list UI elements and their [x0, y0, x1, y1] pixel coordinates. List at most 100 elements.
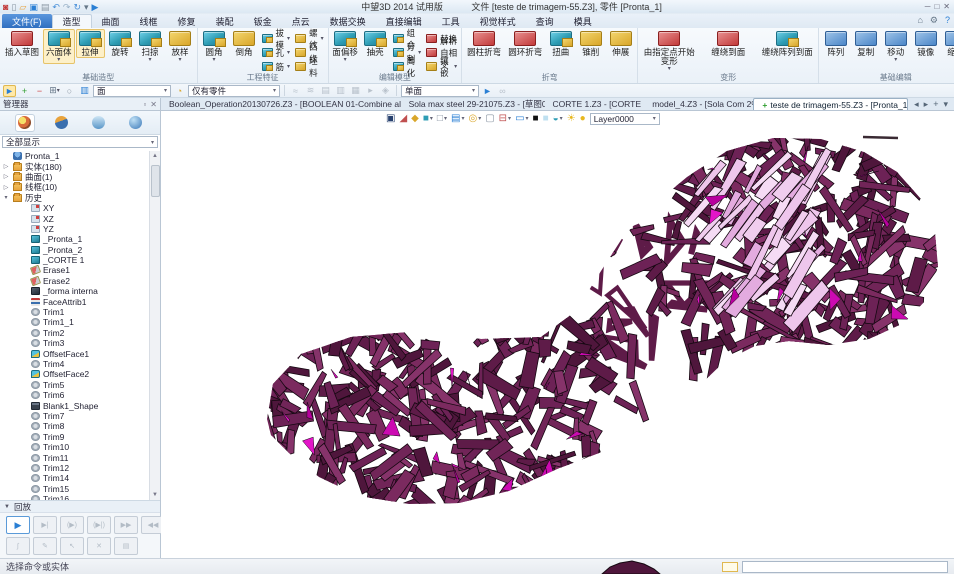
- scroll-up-icon[interactable]: ▲: [152, 151, 158, 161]
- material-icon[interactable]: ◆: [411, 113, 419, 125]
- swatch-black-icon[interactable]: ■: [533, 113, 539, 125]
- tree-item[interactable]: Trim14: [2, 473, 160, 483]
- remove-icon[interactable]: −: [33, 85, 46, 97]
- ribbon-button-shell[interactable]: 抽壳: [361, 29, 390, 58]
- add-box-icon[interactable]: ⊞▾: [48, 85, 61, 97]
- tree-item[interactable]: Trim15: [2, 484, 160, 494]
- close-icon[interactable]: ✕: [150, 100, 157, 109]
- ribbon-button-revolve[interactable]: 旋转: [106, 29, 135, 58]
- status-input[interactable]: [742, 561, 948, 573]
- ribbon-button-box[interactable]: 六面体▾: [43, 29, 75, 64]
- tree-item[interactable]: Trim11: [2, 452, 160, 462]
- tree-item[interactable]: Erase2: [2, 276, 160, 286]
- tree-item[interactable]: _forma interna: [2, 286, 160, 296]
- ribbon-button-stock[interactable]: 坯料: [293, 60, 326, 73]
- polygon-icon[interactable]: ○: [63, 85, 76, 97]
- ribbon-button-simplify[interactable]: 简化: [391, 60, 424, 73]
- ribbon-button-copy[interactable]: 复制: [851, 29, 880, 58]
- ribbon-button-sweep[interactable]: 扫掠▾: [136, 29, 165, 64]
- tree-item[interactable]: Erase1: [2, 265, 160, 275]
- tree-item[interactable]: OffsetFace1: [2, 348, 160, 358]
- settings-icon[interactable]: ⚙: [930, 15, 938, 26]
- bulb-icon[interactable]: ☀: [567, 113, 576, 125]
- play-to-button[interactable]: (▶): [60, 516, 84, 534]
- tree-item[interactable]: XY: [2, 203, 160, 213]
- tree-filter-dropdown[interactable]: 全部显示 ▾: [2, 136, 158, 148]
- ribbon-button-loft[interactable]: 放样▾: [166, 29, 195, 64]
- minimize-icon[interactable]: ─: [925, 2, 931, 12]
- tree-item[interactable]: ▾历史: [2, 193, 160, 203]
- add-icon[interactable]: +: [18, 85, 31, 97]
- ribbon-button-extrude[interactable]: 拉伸: [76, 29, 105, 58]
- menu-tab-data-exchange[interactable]: 数据交换: [320, 14, 376, 28]
- save-icon[interactable]: ▣: [29, 2, 38, 12]
- tree-item[interactable]: Trim10: [2, 442, 160, 452]
- play-button[interactable]: ▶: [6, 516, 30, 534]
- scrollbar-thumb[interactable]: [151, 165, 160, 197]
- ribbon-button-wrap-array-to-face[interactable]: 缠绕阵列到面: [758, 29, 816, 58]
- menu-tab-assembly[interactable]: 装配: [206, 14, 244, 28]
- entity-filter-dropdown[interactable]: 面▾: [93, 85, 171, 97]
- window-2-icon[interactable]: ▥: [334, 85, 347, 97]
- open-file-icon[interactable]: ▱: [19, 2, 26, 12]
- part-scope-icon[interactable]: ◔: [173, 85, 186, 97]
- escape-icon[interactable]: ▣: [386, 113, 395, 125]
- ribbon-button-inlay[interactable]: 镶嵌▾: [424, 60, 459, 73]
- play-icon[interactable]: ▶: [92, 2, 99, 12]
- shade-mode-icon[interactable]: ■▾: [423, 113, 433, 125]
- document-tab[interactable]: model_4.Z3 - [Sola Com 2%]: [644, 98, 753, 110]
- close-icon[interactable]: ✕: [943, 2, 950, 12]
- tree-item[interactable]: Trim2: [2, 328, 160, 338]
- prev-tab-icon[interactable]: ◂: [914, 99, 919, 110]
- cascade-icon[interactable]: ▭▾: [515, 113, 528, 125]
- tree-item[interactable]: Trim8: [2, 421, 160, 431]
- tree-item[interactable]: OffsetFace2: [2, 369, 160, 379]
- delete-button[interactable]: ✕: [87, 537, 111, 555]
- face-color-icon[interactable]: ◒▾: [553, 113, 563, 125]
- step-to-button[interactable]: (▶|): [87, 516, 111, 534]
- tree-item[interactable]: Trim4: [2, 359, 160, 369]
- section-icon[interactable]: ▤▾: [451, 113, 464, 125]
- window-1-icon[interactable]: ▤: [319, 85, 332, 97]
- ribbon-button-rib[interactable]: 筋▾: [260, 60, 293, 73]
- target-icon[interactable]: ◎▾: [468, 113, 481, 125]
- pick-cursor-icon[interactable]: ►: [3, 85, 16, 97]
- ribbon-button-mirror[interactable]: 镜像: [911, 29, 940, 58]
- dropdown-icon[interactable]: ▾: [84, 2, 89, 12]
- document-tab[interactable]: +teste de trimagem-55.Z3 - [Pronta_1]✕: [753, 98, 908, 110]
- ribbon-button-stretch[interactable]: 伸展: [606, 29, 635, 58]
- manager-tab-visualize[interactable]: [89, 114, 109, 132]
- step-forward-button[interactable]: ▶|: [33, 516, 57, 534]
- scope-filter-dropdown[interactable]: 仅有零件▾: [188, 85, 280, 97]
- window-3-icon[interactable]: ▦: [349, 85, 362, 97]
- menu-tab-point-cloud[interactable]: 点云: [282, 14, 320, 28]
- menu-tab-file[interactable]: 文件(F): [2, 14, 52, 28]
- wire-mode-icon[interactable]: □▾: [437, 113, 447, 125]
- arrow-right-icon[interactable]: ▸: [364, 85, 377, 97]
- redo-icon[interactable]: ↷: [63, 2, 71, 12]
- ribbon-button-deform-from-point[interactable]: 由指定点开始变形▾: [640, 29, 698, 73]
- tree-item[interactable]: _CORTE 1: [2, 255, 160, 265]
- next-tab-icon[interactable]: ▸: [924, 99, 929, 110]
- restore-icon[interactable]: □: [934, 2, 939, 12]
- regen-icon[interactable]: ↻: [73, 2, 81, 12]
- pin-icon[interactable]: ▫: [143, 100, 146, 109]
- panel-button[interactable]: ▤: [114, 537, 138, 555]
- tree-item[interactable]: Trim6: [2, 390, 160, 400]
- tree-item[interactable]: Trim7: [2, 411, 160, 421]
- twist-icon[interactable]: ▷: [2, 173, 10, 180]
- ribbon-button-toroidal-bend[interactable]: 圆环折弯: [505, 29, 545, 58]
- menu-tab-shape[interactable]: 造型: [52, 14, 92, 28]
- tree-item[interactable]: Trim5: [2, 380, 160, 390]
- viewport-icon[interactable]: ▢: [485, 113, 494, 125]
- copy-link-icon[interactable]: ≈: [289, 85, 302, 97]
- tree-item[interactable]: Trim9: [2, 432, 160, 442]
- ribbon-button-scale[interactable]: 缩放: [941, 29, 954, 58]
- erase-view-icon[interactable]: ◢: [399, 113, 407, 125]
- undo-icon[interactable]: ↶: [52, 2, 60, 12]
- chain-icon[interactable]: ∞: [496, 85, 509, 97]
- manager-tab-history[interactable]: [15, 114, 35, 132]
- document-tab[interactable]: Sola max steel 29-21075.Z3 - [草图001]: [401, 98, 545, 110]
- menu-tab-sheet-metal[interactable]: 钣金: [244, 14, 282, 28]
- ribbon-button-insert-sketch[interactable]: 插入草图: [2, 29, 42, 58]
